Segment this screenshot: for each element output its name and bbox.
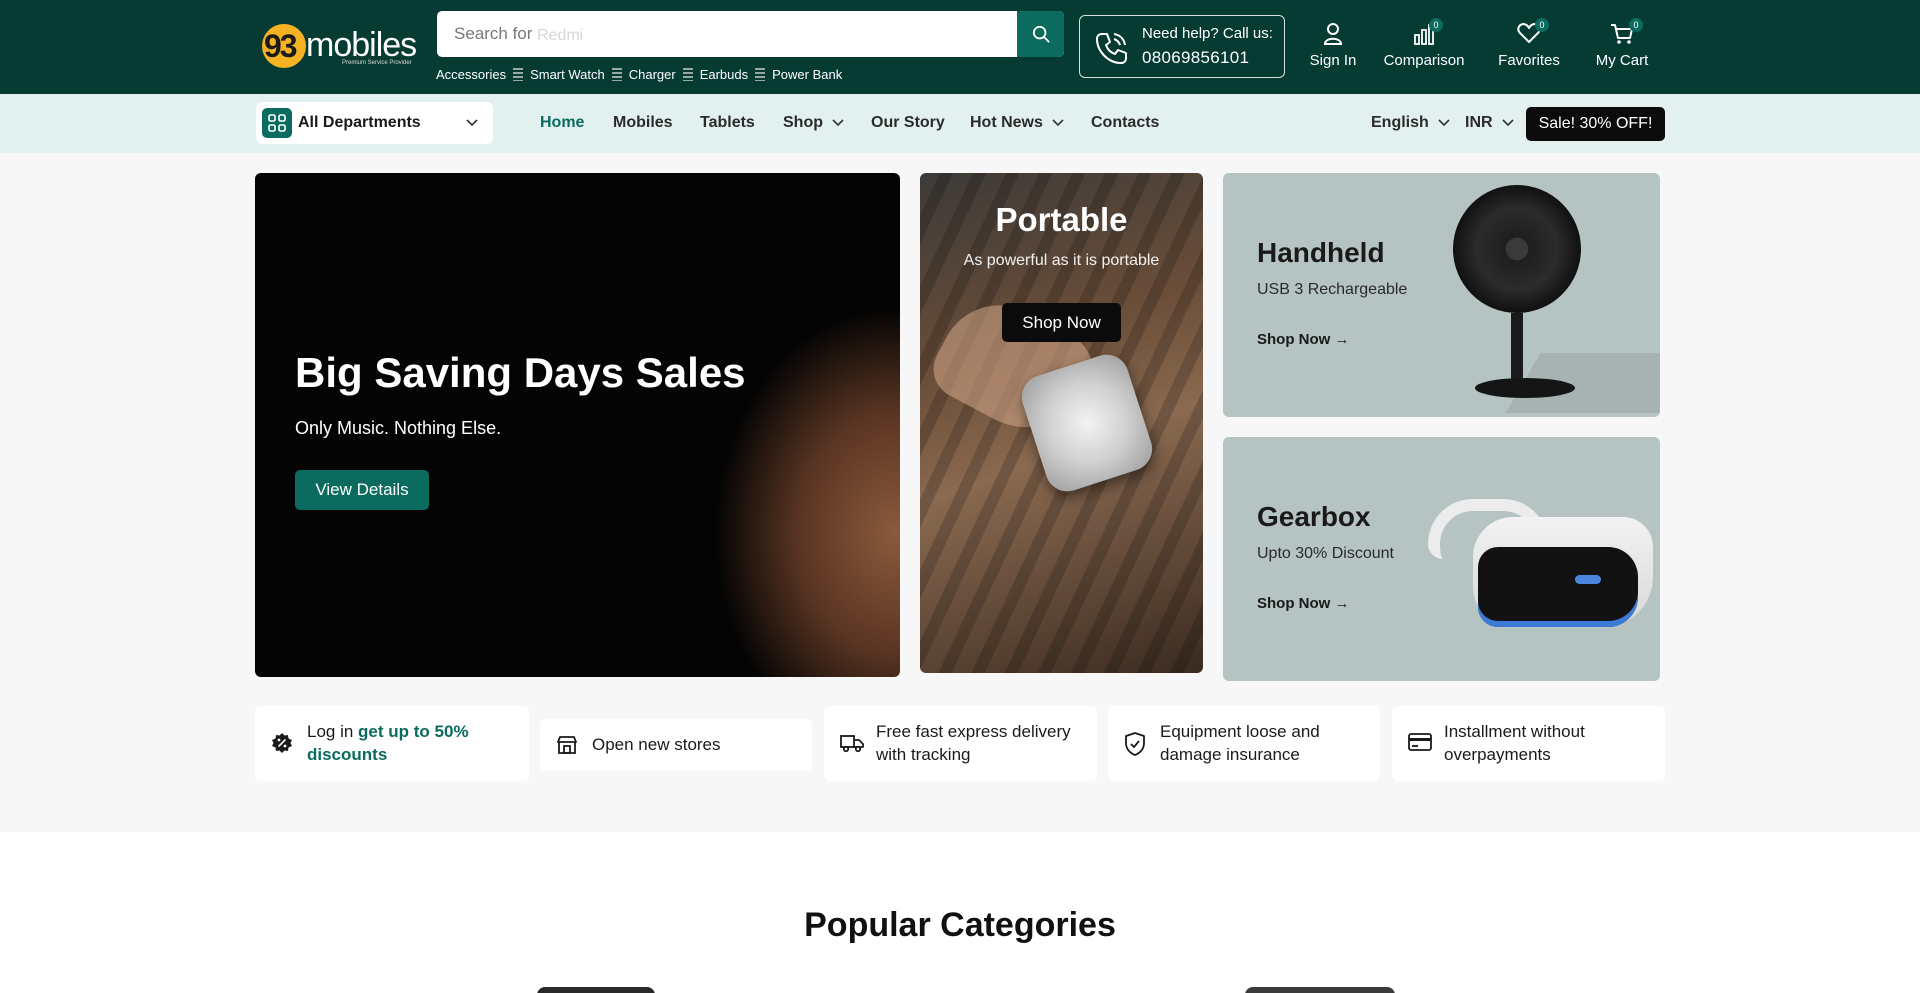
truck-icon [840, 735, 864, 753]
promo-shop-now-link[interactable]: Shop Now → [1257, 331, 1350, 348]
main-nav: All Departments Home Mobiles Tablets Sho… [0, 94, 1920, 153]
quick-link-power-bank[interactable]: Power Bank [772, 67, 842, 82]
shield-check-icon [1125, 732, 1145, 756]
promo-title: Handheld [1257, 237, 1385, 268]
phone-icon [1096, 33, 1127, 64]
help-contact[interactable]: Need help? Call us: 08069856101 [1079, 15, 1285, 78]
quick-link-charger[interactable]: Charger [629, 67, 676, 82]
comparison-count-badge: 0 [1429, 18, 1443, 32]
quick-link-accessories[interactable]: Accessories [436, 67, 506, 82]
quick-link-separator [611, 67, 622, 81]
logo-number: 93 [264, 28, 298, 64]
chevron-down-icon [1438, 119, 1450, 127]
currency-label: INR [1465, 114, 1493, 131]
fan-base-graphic [1475, 378, 1575, 398]
discount-badge-icon [272, 733, 292, 753]
search-placeholder: Search for [454, 24, 533, 43]
portable-title: Portable [995, 201, 1128, 238]
feature-insurance-text: Equipment loose and damage insurance [1160, 722, 1320, 764]
quick-link-smart-watch[interactable]: Smart Watch [530, 67, 605, 82]
promo-shop-now-link[interactable]: Shop Now → [1257, 595, 1350, 612]
feature-installment-text: Installment without overpayments [1444, 722, 1585, 764]
language-selector[interactable]: English [1371, 114, 1451, 132]
promo-subtitle: Upto 30% Discount [1257, 545, 1394, 562]
hero-subtitle: Only Music. Nothing Else. [295, 418, 502, 438]
credit-card-icon [1408, 733, 1432, 751]
feature-insurance: Equipment loose and damage insurance [1108, 706, 1380, 781]
help-phone[interactable]: 08069856101 [1142, 48, 1249, 68]
language-label: English [1371, 114, 1429, 131]
fan-pole-graphic [1511, 313, 1523, 383]
quick-links: Accessories Smart Watch Charger Earbuds … [436, 66, 842, 82]
portable-shop-now-button[interactable]: Shop Now [1002, 303, 1121, 342]
favorites-label: Favorites [1498, 52, 1560, 69]
promo-gearbox[interactable]: Gearbox Upto 30% Discount Shop Now → [1223, 437, 1660, 681]
chevron-down-icon [466, 119, 478, 127]
quick-link-separator [755, 67, 766, 81]
feature-login-discount[interactable]: Log in get up to 50% discounts [255, 706, 529, 781]
sale-button[interactable]: Sale! 30% OFF! [1526, 107, 1665, 141]
grid-icon [262, 108, 292, 138]
feature-express-delivery-text: Free fast express delivery with tracking [876, 722, 1071, 764]
vr-visor-graphic [1478, 547, 1638, 627]
feature-open-stores-text: Open new stores [592, 735, 721, 754]
category-thumbnail[interactable] [537, 987, 655, 993]
quick-link-earbuds[interactable]: Earbuds [700, 67, 748, 82]
favorites-count-badge: 0 [1535, 18, 1549, 32]
hero-banner[interactable]: Big Saving Days Sales Only Music. Nothin… [255, 173, 900, 677]
chevron-down-icon [1501, 119, 1514, 127]
nav-home[interactable]: Home [540, 114, 584, 132]
comparison-label: Comparison [1383, 52, 1465, 69]
fan-head-graphic [1453, 185, 1581, 313]
popular-categories-section: Popular Categories [0, 832, 1920, 993]
all-departments-label: All Departments [298, 114, 421, 131]
store-icon [557, 736, 577, 754]
sign-in-label: Sign In [1309, 52, 1357, 69]
vr-light-graphic [1575, 575, 1601, 584]
currency-selector[interactable]: INR [1465, 114, 1515, 132]
help-title: Need help? Call us: [1142, 25, 1273, 42]
portable-subtitle: As powerful as it is portable [963, 252, 1160, 269]
promo-subtitle: USB 3 Rechargeable [1257, 281, 1408, 298]
feature-express-delivery: Free fast express delivery with tracking [824, 706, 1097, 781]
cart-count-badge: 0 [1629, 18, 1643, 32]
category-thumbnail[interactable] [1245, 987, 1395, 993]
nav-shop-label: Shop [783, 114, 823, 131]
nav-tablets[interactable]: Tablets [700, 114, 755, 132]
cart-label: My Cart [1595, 52, 1649, 69]
comparison-link[interactable]: 0 Comparison [1383, 18, 1465, 74]
logo-tagline: Premium Service Provider [342, 60, 412, 66]
nav-mobiles[interactable]: Mobiles [613, 114, 673, 132]
nav-shop[interactable]: Shop [783, 114, 845, 132]
portable-banner[interactable]: Portable As powerful as it is portable S… [920, 173, 1203, 673]
nav-contacts[interactable]: Contacts [1091, 114, 1159, 132]
promo-title: Gearbox [1257, 501, 1371, 532]
search-ghost-text: Redmi [537, 27, 584, 44]
feature-login-prefix: Log in [307, 722, 359, 741]
all-departments-dropdown[interactable]: All Departments [256, 102, 493, 144]
search-icon [1032, 25, 1050, 43]
feature-installment: Installment without overpayments [1392, 706, 1665, 781]
hero-title: Big Saving Days Sales [295, 349, 746, 396]
search-input[interactable]: Search for Redmi [437, 11, 1064, 57]
chevron-down-icon [1052, 119, 1064, 127]
feature-open-stores: Open new stores [540, 719, 812, 771]
sign-in-link[interactable]: Sign In [1305, 22, 1361, 74]
favorites-link[interactable]: 0 Favorites [1494, 18, 1564, 74]
nav-hot-news-label: Hot News [970, 114, 1043, 131]
chevron-down-icon [832, 119, 844, 127]
nav-hot-news[interactable]: Hot News [970, 114, 1065, 132]
nav-our-story[interactable]: Our Story [871, 114, 945, 132]
view-details-button[interactable]: View Details [295, 470, 429, 510]
user-icon [1323, 23, 1343, 45]
search-button[interactable] [1017, 11, 1064, 57]
cart-link[interactable]: 0 My Cart [1592, 18, 1652, 74]
quick-link-separator [682, 67, 693, 81]
quick-link-separator [513, 67, 524, 81]
promo-handheld[interactable]: Handheld USB 3 Rechargeable Shop Now → [1223, 173, 1660, 417]
site-logo[interactable]: 93 mobiles Premium Service Provider [262, 22, 417, 70]
top-header: 93 mobiles Premium Service Provider Sear… [0, 0, 1920, 94]
popular-categories-title: Popular Categories [804, 906, 1116, 944]
